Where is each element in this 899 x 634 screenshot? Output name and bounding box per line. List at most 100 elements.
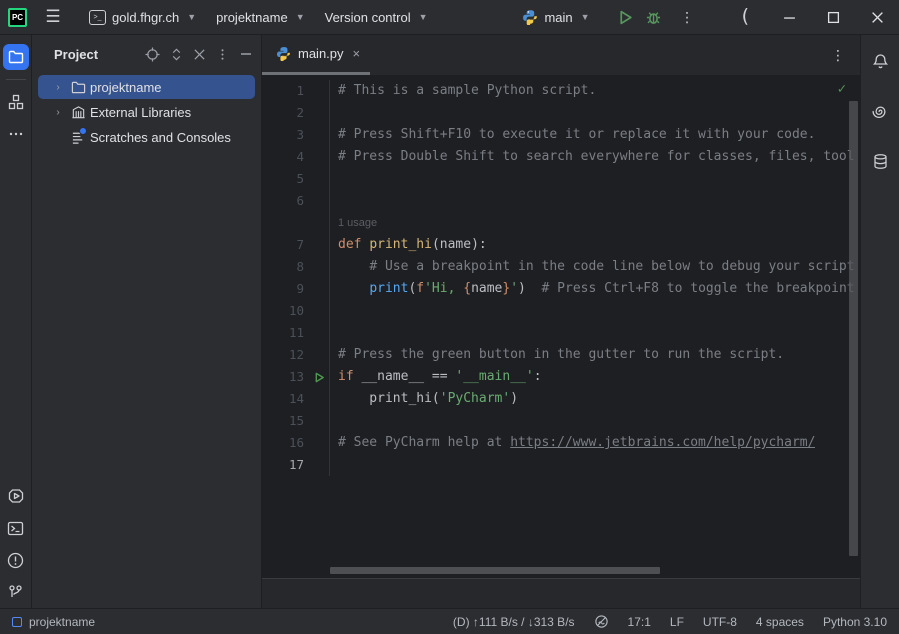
- code-text: print(f'Hi, {name}') # Press Ctrl+F8 to …: [330, 278, 855, 300]
- collapse-all-icon[interactable]: [193, 48, 206, 61]
- close-button[interactable]: [855, 0, 899, 34]
- gutter-slot: [310, 80, 330, 102]
- git-tool-button[interactable]: [3, 579, 29, 605]
- line-number: 17: [262, 454, 310, 476]
- code-line[interactable]: 10: [262, 300, 860, 322]
- more-tools-button[interactable]: [3, 121, 29, 147]
- folder-icon: [8, 49, 24, 65]
- tab-options-icon[interactable]: ⋮: [831, 47, 860, 64]
- code-line[interactable]: 9 print(f'Hi, {name}') # Press Ctrl+F8 t…: [262, 278, 860, 300]
- notifications-button[interactable]: [867, 48, 893, 74]
- code-text: [330, 190, 338, 212]
- code-text: # Use a breakpoint in the code line belo…: [330, 256, 855, 278]
- code-editor[interactable]: ✓ 1# This is a sample Python script.23# …: [262, 75, 860, 578]
- inspection-ok-icon[interactable]: ✓: [838, 81, 846, 97]
- code-line[interactable]: 12# Press the green button in the gutter…: [262, 344, 860, 366]
- code-line[interactable]: 3# Press Shift+F10 to execute it or repl…: [262, 124, 860, 146]
- scratches-icon: [68, 130, 88, 145]
- run-config-selector[interactable]: main ▼: [514, 3, 597, 31]
- run-button[interactable]: [612, 3, 640, 31]
- status-bar: projektname (D) ↑111 B/s / ↓313 B/s 17:1…: [0, 608, 899, 634]
- database-button[interactable]: [867, 148, 893, 174]
- code-line[interactable]: 7def print_hi(name):: [262, 234, 860, 256]
- maximize-button[interactable]: [811, 0, 855, 34]
- code-text: [330, 454, 338, 476]
- more-horizontal-icon: [8, 126, 24, 142]
- horizontal-scrollbar[interactable]: [330, 567, 660, 574]
- crescent-icon[interactable]: (: [742, 5, 749, 27]
- python-icon: [276, 46, 291, 61]
- gutter-slot: [310, 168, 330, 190]
- gutter-slot: [310, 190, 330, 212]
- code-line[interactable]: 6: [262, 190, 860, 212]
- vertical-scrollbar[interactable]: [849, 101, 858, 556]
- chevron-down-icon: ▼: [581, 12, 590, 22]
- encoding[interactable]: UTF-8: [703, 615, 737, 629]
- code-line[interactable]: 5: [262, 168, 860, 190]
- more-vertical-icon[interactable]: [216, 48, 229, 61]
- expand-chevrons-icon[interactable]: [170, 47, 183, 62]
- services-tool-button[interactable]: [3, 483, 29, 509]
- project-selector[interactable]: projektname ▼: [208, 3, 312, 31]
- code-line[interactable]: 11: [262, 322, 860, 344]
- host-label: gold.fhgr.ch: [112, 10, 179, 25]
- python-icon: [522, 9, 538, 25]
- tree-item-projektname[interactable]: ›projektname: [38, 75, 255, 99]
- tab-label: main.py: [298, 46, 344, 61]
- vcs-label: Version control: [325, 10, 411, 25]
- run-icon: [617, 9, 634, 26]
- problems-tool-button[interactable]: [3, 547, 29, 573]
- hide-panel-icon[interactable]: [239, 47, 253, 61]
- code-line[interactable]: 8 # Use a breakpoint in the code line be…: [262, 256, 860, 278]
- line-number: 3: [262, 124, 310, 146]
- ai-assistant-button[interactable]: [867, 98, 893, 124]
- code-line[interactable]: 16# See PyCharm help at https://www.jetb…: [262, 432, 860, 454]
- hamburger-menu-icon[interactable]: ☰: [39, 3, 67, 31]
- terminal-tool-button[interactable]: [3, 515, 29, 541]
- code-text: # This is a sample Python script.: [330, 80, 596, 102]
- code-line[interactable]: 14 print_hi('PyCharm'): [262, 388, 860, 410]
- code-text: [330, 300, 338, 322]
- rail-divider: [6, 79, 26, 80]
- project-tool-button[interactable]: [3, 44, 29, 70]
- tree-item-external-libraries[interactable]: ›External Libraries: [38, 100, 255, 124]
- structure-tool-button[interactable]: [3, 89, 29, 115]
- run-config-label: main: [544, 10, 572, 25]
- debug-icon: [645, 9, 662, 26]
- host-selector[interactable]: >_ gold.fhgr.ch ▼: [81, 3, 204, 31]
- more-actions-button[interactable]: ⋮: [674, 3, 702, 31]
- status-project-widget[interactable]: projektname: [12, 615, 95, 629]
- line-number: 4: [262, 146, 310, 168]
- editor-area: main.py × ⋮ ✓ 1# This is a sample Python…: [262, 35, 860, 608]
- minimize-button[interactable]: [767, 0, 811, 34]
- highlight-off-icon[interactable]: [594, 614, 609, 629]
- code-line[interactable]: 4# Press Double Shift to search everywhe…: [262, 146, 860, 168]
- tab-close-icon[interactable]: ×: [353, 46, 361, 61]
- interpreter[interactable]: Python 3.10: [823, 615, 887, 629]
- code-line[interactable]: 13if __name__ == '__main__':: [262, 366, 860, 388]
- line-number: 6: [262, 190, 310, 212]
- code-line[interactable]: 17: [262, 454, 860, 476]
- vcs-selector[interactable]: Version control ▼: [317, 3, 436, 31]
- project-panel-title: Project: [54, 47, 98, 62]
- project-label: projektname: [216, 10, 288, 25]
- indent-style[interactable]: 4 spaces: [756, 615, 804, 629]
- tree-item-label: Scratches and Consoles: [90, 130, 231, 145]
- tree-chevron-icon[interactable]: ›: [50, 82, 66, 93]
- caret-position[interactable]: 17:1: [628, 615, 651, 629]
- tab-main-py[interactable]: main.py ×: [262, 35, 370, 72]
- tree-item-scratches-and-consoles[interactable]: Scratches and Consoles: [38, 125, 255, 149]
- gutter-slot: [310, 300, 330, 322]
- code-text: [330, 322, 338, 344]
- debug-button[interactable]: [640, 3, 668, 31]
- code-line[interactable]: 1# This is a sample Python script.: [262, 80, 860, 102]
- run-line-icon[interactable]: [310, 366, 330, 388]
- locate-target-icon[interactable]: [145, 47, 160, 62]
- network-stats[interactable]: (D) ↑111 B/s / ↓313 B/s: [453, 615, 575, 629]
- code-line[interactable]: 15: [262, 410, 860, 432]
- inlay-hint-row[interactable]: 1 usage: [262, 212, 860, 234]
- services-icon: [7, 487, 25, 505]
- tree-chevron-icon[interactable]: ›: [50, 107, 66, 118]
- code-line[interactable]: 2: [262, 102, 860, 124]
- line-ending[interactable]: LF: [670, 615, 684, 629]
